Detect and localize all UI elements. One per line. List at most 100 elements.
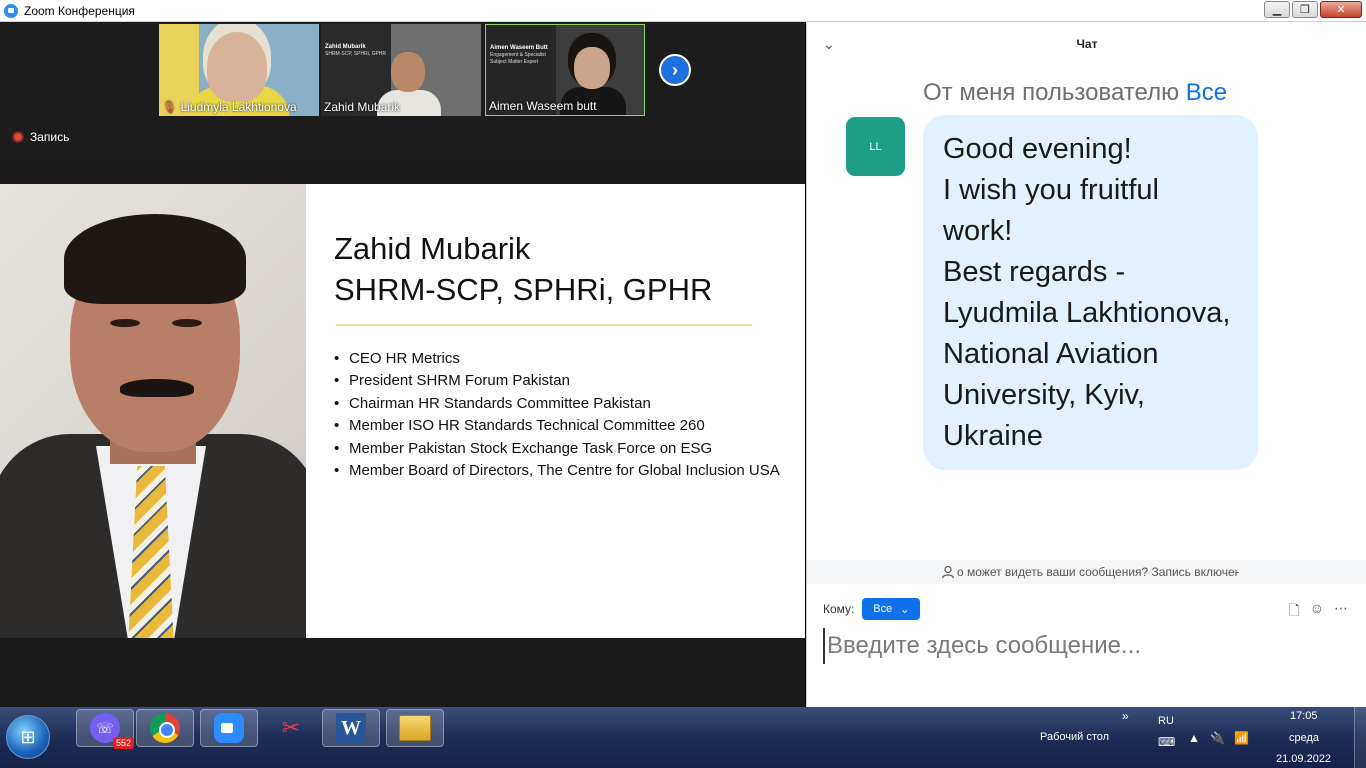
window-title: Zoom Конференция (24, 3, 135, 18)
message-bubble[interactable]: Good evening! I wish you fruitful work! … (923, 115, 1258, 470)
chrome-icon (150, 713, 180, 743)
slide-bullet: Member Board of Directors, The Centre fo… (334, 460, 780, 482)
chevron-down-icon: ⌄ (900, 603, 910, 616)
clock-day: среда (1289, 732, 1320, 744)
slide-bullet: CEO HR Metrics (334, 348, 780, 370)
next-participants-button[interactable]: › (659, 54, 691, 86)
taskbar-explorer[interactable] (386, 709, 444, 747)
slide-bullet: Chairman HR Standards Committee Pakistan (334, 393, 780, 415)
desktop-toolbar-label[interactable]: Рабочий стол (1040, 731, 1109, 743)
taskbar-zoom[interactable] (200, 709, 258, 747)
keyboard-icon[interactable]: ⌨ (1158, 735, 1175, 749)
recording-indicator[interactable]: Запись (12, 130, 69, 144)
participant-name: 🎙 Liudmyla Lakhtionova (162, 100, 297, 114)
participant-name-text: Liudmyla Lakhtionova (180, 100, 297, 114)
message-line: Lyudmila Lakhtionova, (943, 297, 1231, 329)
clock-date: 21.09.2022 (1276, 753, 1332, 765)
mic-muted-icon: 🎙 (162, 100, 178, 114)
network-icon[interactable]: 📶 (1234, 731, 1249, 745)
scissors-icon: ✂ (281, 715, 301, 740)
recording-label: Запись (30, 130, 70, 144)
language-indicator[interactable]: RU (1158, 715, 1174, 727)
minimize-button[interactable]: ▁ (1264, 1, 1290, 18)
close-button[interactable]: ✕ (1320, 1, 1362, 18)
chat-header: ⌄ Чат (807, 22, 1366, 68)
message-line: Good evening! (943, 133, 1132, 165)
message-line: University, Kyiv, (943, 379, 1145, 411)
clock-time[interactable]: 17:05 (1290, 710, 1318, 722)
message-sender-label: От меня пользователю (923, 79, 1180, 106)
slide-thumb-subtitle: Engagement & Specialist Subject Matter E… (490, 52, 546, 65)
participant-strip: 🎙 Liudmyla Lakhtionova Zahid Mubarik SHRM… (0, 22, 805, 160)
maximize-button[interactable]: ❐ (1292, 1, 1318, 18)
window-controls: ▁ ❐ ✕ (1264, 1, 1362, 18)
slide-thumb-text: Zahid Mubarik SHRM-SCP, SPHRi, GPHR (325, 44, 389, 58)
taskbar-snipping-tool[interactable]: ✂ (262, 709, 320, 747)
title-bar: Zoom Конференция ▁ ❐ ✕ (0, 0, 1366, 22)
zoom-app-icon (4, 3, 18, 18)
recipient-dropdown[interactable]: Все ⌄ (862, 598, 921, 620)
message-line: work! (943, 215, 1013, 247)
show-desktop-button[interactable] (1354, 707, 1366, 768)
person-icon (941, 565, 955, 579)
recipient-label: Кому: (823, 602, 855, 616)
chevron-right-icon[interactable]: » (1122, 709, 1129, 723)
taskbar-chrome[interactable] (136, 709, 194, 747)
show-hidden-icons-icon[interactable]: ▲ (1188, 731, 1200, 745)
message-line: National Aviation (943, 338, 1159, 370)
more-icon[interactable]: ⋯ (1334, 600, 1348, 624)
avatar: LL (846, 117, 905, 176)
viber-icon: ☏ 552 (90, 713, 134, 749)
message-header: От меня пользователю Все (923, 79, 1227, 107)
slide-title-credentials: SHRM-SCP, SPHRi, GPHR (334, 272, 713, 307)
chat-privacy-notice[interactable]: о может видеть ваши сообщения? Запись вк… (807, 560, 1366, 584)
slide-thumb-title: Zahid Mubarik (325, 44, 366, 50)
message-line: Best regards - (943, 256, 1126, 288)
notification-badge: 552 (112, 737, 134, 749)
message-recipient-link[interactable]: Все (1186, 79, 1227, 106)
meeting-area: 🎙 Liudmyla Lakhtionova Zahid Mubarik SHRM… (0, 22, 805, 707)
slide-bullet: Member Pakistan Stock Exchange Task Forc… (334, 438, 780, 460)
slide-thumb-title: Aimen Waseem Butt (490, 45, 548, 51)
start-button[interactable]: ⊞ (6, 715, 50, 759)
participant-name: Aimen Waseem butt (489, 99, 597, 113)
notice-text: о может видеть ваши сообщения? Запись вк… (957, 565, 1239, 579)
windows-taskbar: ⊞ ☏ 552 ✂ W Рабочий стол » RU ⌨ ▲ 🔌 📶 17:… (0, 707, 1366, 768)
slide-divider (336, 324, 752, 326)
slide-title-name: Zahid Mubarik (334, 231, 531, 266)
message-input[interactable] (823, 628, 1343, 664)
message-line: I wish you fruitful (943, 174, 1159, 206)
emoji-icon[interactable]: ☺ (1310, 600, 1324, 624)
participant-tile[interactable]: 🎙 Liudmyla Lakhtionova (159, 24, 319, 116)
participant-tile-active[interactable]: Aimen Waseem Butt Engagement & Specialist… (485, 24, 645, 116)
recipient-row: Кому: Все ⌄ (823, 598, 921, 620)
chat-title: Чат (1076, 37, 1098, 51)
file-icon[interactable]: 🗋 (1288, 600, 1299, 624)
word-icon: W (336, 713, 366, 743)
zoom-icon (214, 713, 244, 743)
chat-panel: ⌄ Чат От меня пользователю Все LL Good e… (806, 22, 1366, 707)
slide-bullets: CEO HR Metrics President SHRM Forum Paki… (334, 348, 780, 482)
taskbar-word[interactable]: W (322, 709, 380, 747)
recipient-value: Все (873, 603, 893, 615)
slide-bullet: President SHRM Forum Pakistan (334, 370, 780, 392)
participant-face (391, 52, 425, 92)
slide-title: Zahid Mubarik SHRM-SCP, SPHRi, GPHR (334, 228, 712, 310)
taskbar-viber[interactable]: ☏ 552 (76, 709, 134, 749)
participant-tile[interactable]: Zahid Mubarik SHRM-SCP, SPHRi, GPHR Zahid… (321, 24, 481, 116)
chevron-right-icon: › (672, 59, 678, 80)
speaker-photo (0, 184, 306, 638)
participant-face (574, 47, 610, 89)
chat-tools: 🗋 ☺ ⋯ (1288, 600, 1348, 624)
record-icon (12, 131, 24, 143)
participant-face (207, 32, 267, 102)
power-icon[interactable]: 🔌 (1210, 731, 1225, 745)
windows-logo-icon: ⊞ (20, 726, 36, 747)
slide-bullet: Member ISO HR Standards Technical Commit… (334, 415, 780, 437)
folder-icon (399, 715, 431, 741)
shared-slide: Zahid Mubarik SHRM-SCP, SPHRi, GPHR CEO … (0, 184, 805, 638)
participant-name: Zahid Mubarik (324, 100, 401, 114)
slide-thumb-subtitle: SHRM-SCP, SPHRi, GPHR (325, 51, 387, 57)
slide-thumb-text: Aimen Waseem Butt Engagement & Specialist… (490, 45, 554, 66)
message-line: Ukraine (943, 420, 1043, 452)
